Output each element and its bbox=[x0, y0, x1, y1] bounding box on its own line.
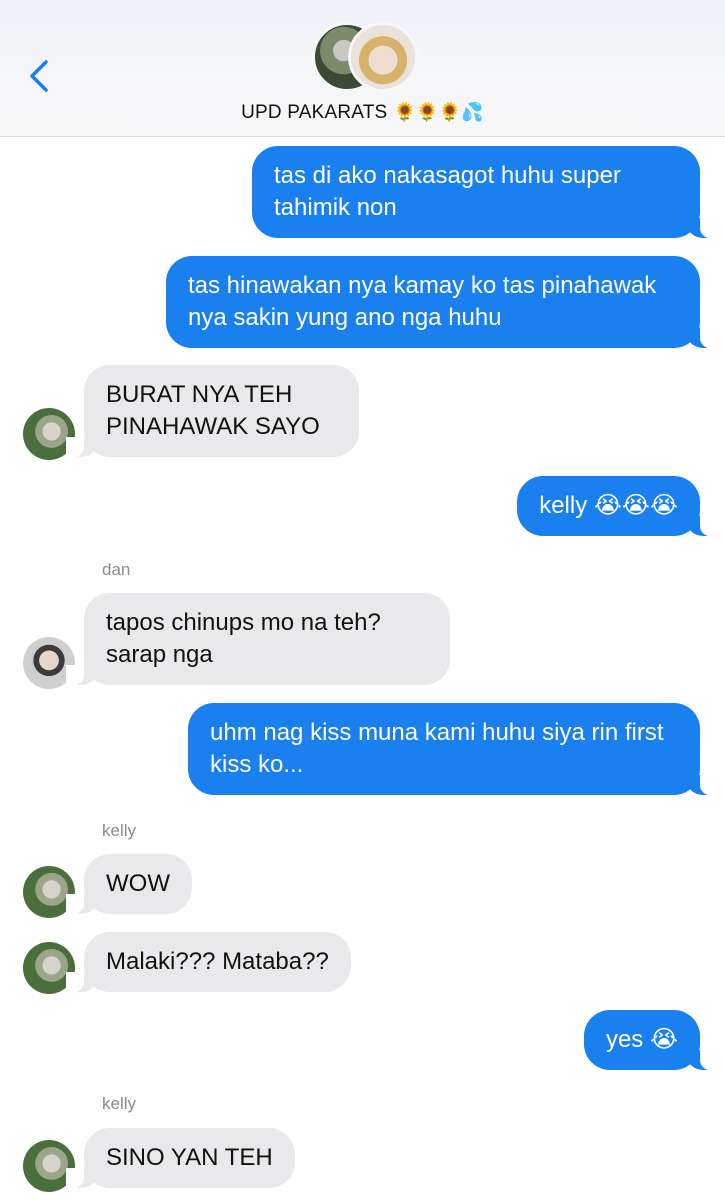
message-text: uhm nag kiss muna kami huhu siya rin fir… bbox=[210, 719, 664, 778]
message-text: BURAT NYA TEH PINAHAWAK SAYO bbox=[106, 381, 320, 440]
message-bubble-incoming[interactable]: Malaki??? Mataba?? bbox=[66, 932, 351, 992]
message-bubble-incoming[interactable]: tapos chinups mo na teh? sarap nga bbox=[66, 593, 450, 685]
message-bubble-outgoing[interactable]: tas di ako nakasagot huhu super tahimik … bbox=[252, 146, 718, 238]
message-bubble-incoming[interactable]: SINO YAN TEH bbox=[66, 1128, 295, 1188]
message-text: SINO YAN TEH bbox=[106, 1144, 273, 1171]
sender-name: kelly bbox=[102, 821, 137, 840]
message-text: Malaki??? Mataba?? bbox=[106, 948, 329, 975]
message-text: tapos chinups mo na teh? sarap nga bbox=[106, 609, 381, 668]
sender-name: kelly bbox=[102, 1094, 137, 1113]
message-bubble-outgoing[interactable]: uhm nag kiss muna kami huhu siya rin fir… bbox=[188, 703, 718, 795]
message-bubble-incoming[interactable]: WOW bbox=[66, 854, 192, 914]
group-title[interactable]: UPD PAKARATS 🌻🌻🌻💦 bbox=[0, 102, 725, 124]
group-emoji: 🌻🌻🌻💦 bbox=[393, 102, 484, 123]
message-text: yes 😭 bbox=[605, 1026, 678, 1053]
member-avatar bbox=[348, 22, 418, 92]
sender-name: dan bbox=[102, 560, 131, 579]
message-text: tas hinawakan nya kamay ko tas pinahawak… bbox=[188, 272, 657, 331]
message-bubble-outgoing[interactable]: tas hinawakan nya kamay ko tas pinahawak… bbox=[166, 256, 718, 348]
message-text: kelly 😭😭😭 bbox=[539, 492, 678, 519]
chevron-left-icon bbox=[30, 60, 48, 92]
message-text: tas di ako nakasagot huhu super tahimik … bbox=[274, 162, 621, 221]
group-name-label: UPD PAKARATS bbox=[241, 102, 388, 123]
group-avatar[interactable] bbox=[312, 22, 418, 94]
conversation-header: UPD PAKARATS 🌻🌻🌻💦 bbox=[0, 0, 725, 137]
back-button[interactable] bbox=[22, 54, 62, 98]
message-text: WOW bbox=[106, 870, 170, 897]
message-bubble-outgoing[interactable]: kelly 😭😭😭 bbox=[517, 476, 718, 536]
message-bubble-incoming[interactable]: BURAT NYA TEH PINAHAWAK SAYO bbox=[66, 365, 359, 457]
message-bubble-outgoing[interactable]: yes 😭 bbox=[583, 1010, 719, 1070]
